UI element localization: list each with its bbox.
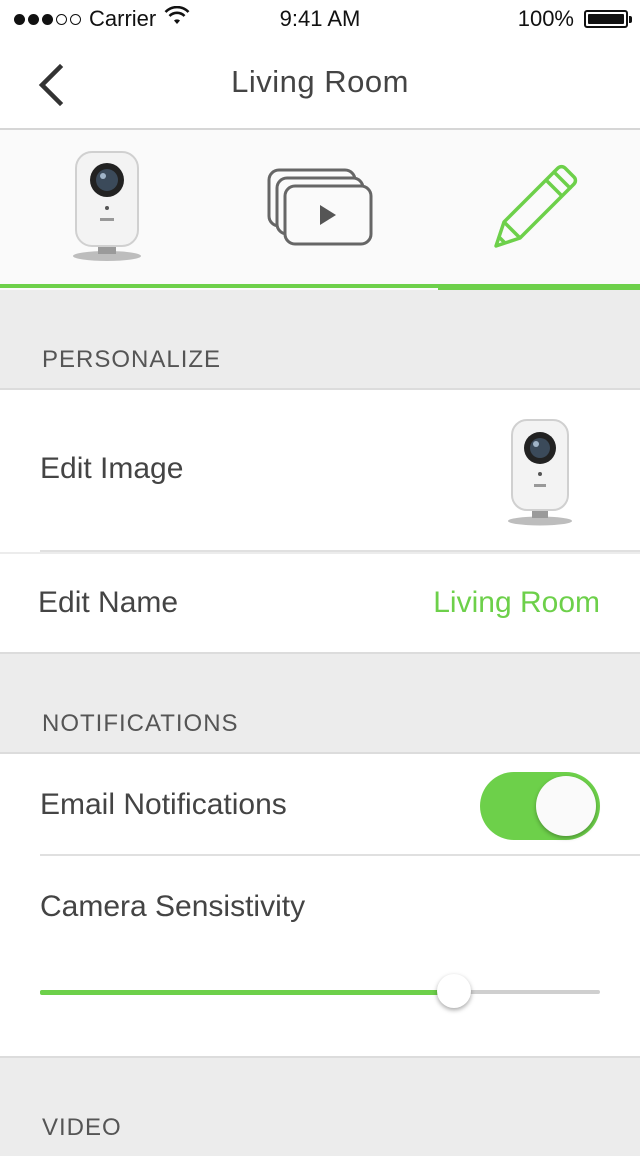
battery-icon — [584, 10, 632, 28]
email-notifications-label: Email Notifications — [40, 788, 287, 821]
tab-camera[interactable] — [0, 130, 213, 286]
slider-thumb[interactable] — [437, 974, 472, 1008]
edit-name-value[interactable]: Living Room — [433, 586, 600, 620]
section-label: PERSONALIZE — [42, 346, 222, 373]
section-header-video: VIDEO — [0, 1056, 640, 1156]
edit-image-label: Edit Image — [40, 452, 184, 485]
video-clips-icon — [267, 168, 372, 246]
camera-sensitivity-row: Camera Sensistivity — [0, 856, 640, 1056]
camera-sensitivity-label: Camera Sensistivity — [40, 890, 306, 923]
page-title: Living Room — [231, 64, 409, 99]
status-bar: Carrier 9:41 AM 100% — [0, 0, 640, 40]
edit-name-label: Edit Name — [38, 586, 179, 619]
edit-image-row[interactable]: Edit Image — [0, 390, 640, 552]
tab-videos[interactable] — [213, 130, 426, 286]
section-header-notifications: NOTIFICATIONS — [0, 652, 640, 754]
camera-sensitivity-slider[interactable] — [40, 972, 600, 1012]
toggle-knob — [536, 776, 596, 836]
section-header-personalize: PERSONALIZE — [0, 290, 640, 390]
edit-name-row[interactable]: Edit Name Living Room — [0, 554, 640, 652]
pencil-icon — [493, 164, 577, 248]
tab-strip — [0, 130, 640, 290]
camera-thumbnail-icon — [508, 419, 572, 526]
camera-icon — [72, 151, 141, 261]
email-notifications-row: Email Notifications — [0, 754, 640, 856]
slider-fill — [40, 990, 455, 995]
navigation-bar: Living Room — [0, 40, 640, 130]
email-notifications-toggle[interactable] — [480, 772, 600, 840]
battery-percent: 100% — [517, 6, 574, 31]
section-label: VIDEO — [42, 1114, 122, 1141]
tab-edit[interactable] — [427, 130, 640, 286]
status-right: 100% — [517, 6, 632, 32]
section-label: NOTIFICATIONS — [42, 710, 239, 737]
